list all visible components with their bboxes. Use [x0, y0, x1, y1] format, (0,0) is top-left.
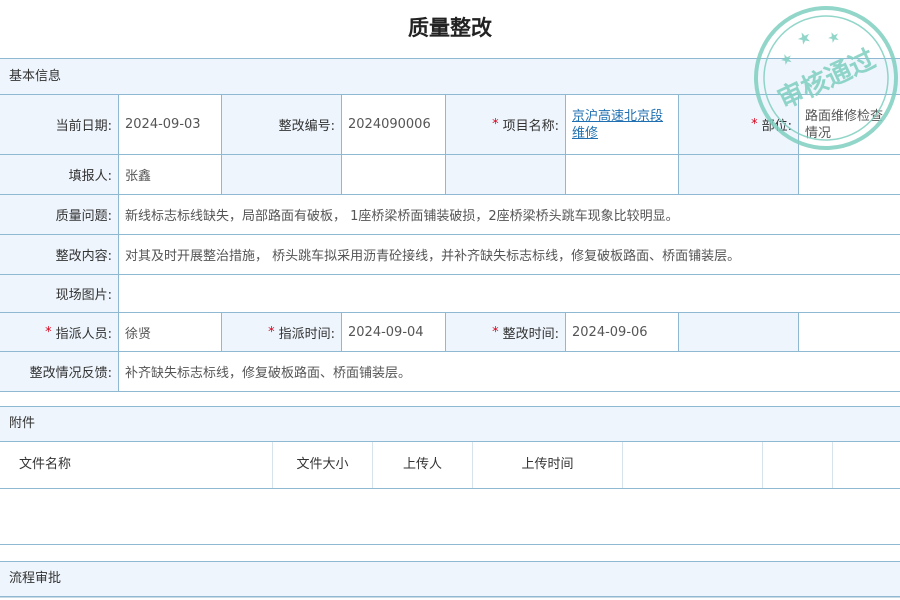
required-mark: * [751, 117, 758, 132]
column-file-size: 文件大小 [273, 442, 373, 488]
photo-label: 现场图片: [0, 275, 119, 312]
empty-label-cell [679, 313, 799, 351]
date-value[interactable]: 2024-09-03 [119, 95, 222, 154]
required-mark: * [492, 324, 499, 340]
number-label: 整改编号: [222, 95, 342, 154]
fix-time-label-cell: * 整改时间: [446, 313, 566, 351]
required-mark: * [268, 324, 275, 340]
empty-value-cell [799, 313, 900, 351]
date-label: 当前日期: [0, 95, 119, 154]
empty-label-cell [222, 155, 342, 194]
section-attachments[interactable]: 附件 [0, 406, 900, 442]
empty-label-cell [446, 155, 566, 194]
project-label: 项目名称: [502, 119, 559, 134]
issue-label: 质量问题: [0, 195, 119, 234]
fix-time-label: 整改时间: [502, 326, 559, 342]
part-value[interactable]: 路面维修检查情况 [799, 95, 900, 154]
column-uploader: 上传人 [373, 442, 473, 488]
column-upload-time: 上传时间 [473, 442, 623, 488]
assign-time-value[interactable]: 2024-09-04 [342, 313, 446, 351]
content-label: 整改内容: [0, 235, 119, 274]
column-empty [763, 442, 833, 488]
feedback-label: 整改情况反馈: [0, 352, 119, 391]
required-mark: * [45, 324, 52, 340]
attachments-table-body [0, 489, 900, 545]
project-link[interactable]: 京沪高速北京段维修 [572, 108, 672, 142]
empty-value-cell [799, 155, 900, 194]
form-row-3: 质量问题: 新线标志标线缺失，局部路面有破板， 1座桥梁桥面铺装破损，2座桥梁桥… [0, 195, 900, 235]
section-basic-info[interactable]: 基本信息 [0, 58, 900, 95]
form-row-1: 当前日期: 2024-09-03 整改编号: 2024090006 * 项目名称… [0, 95, 900, 155]
assignee-label-cell: * 指派人员: [0, 313, 119, 351]
feedback-value[interactable]: 补齐缺失标志标线，修复破板路面、桥面铺装层。 [119, 352, 900, 391]
form-row-5: 现场图片: [0, 275, 900, 313]
part-label: 部位: [761, 119, 792, 134]
project-label-cell: * 项目名称: [446, 95, 566, 154]
project-value-cell: 京沪高速北京段维修 [566, 95, 679, 154]
number-value[interactable]: 2024090006 [342, 95, 446, 154]
photo-value[interactable] [119, 275, 900, 312]
empty-label-cell [679, 155, 799, 194]
section-workflow[interactable]: 流程审批 [0, 561, 900, 597]
assignee-value[interactable]: 徐贤 [119, 313, 222, 351]
assign-time-label: 指派时间: [278, 326, 335, 342]
form-row-7: 整改情况反馈: 补齐缺失标志标线，修复破板路面、桥面铺装层。 [0, 352, 900, 392]
issue-value[interactable]: 新线标志标线缺失，局部路面有破板， 1座桥梁桥面铺装破损，2座桥梁桥头跳车现象比… [119, 195, 900, 234]
column-file-name: 文件名称 [0, 442, 273, 488]
required-mark: * [492, 117, 499, 132]
reporter-value[interactable]: 张鑫 [119, 155, 222, 194]
content-value[interactable]: 对其及时开展整治措施， 桥头跳车拟采用沥青砼接线，并补齐缺失标志标线，修复破板路… [119, 235, 900, 274]
part-label-cell: * 部位: [679, 95, 799, 154]
workflow-divider [0, 597, 900, 598]
attachments-table-header: 文件名称 文件大小 上传人 上传时间 [0, 442, 900, 489]
empty-value-cell [342, 155, 446, 194]
page-title: 质量整改 [408, 16, 492, 40]
assignee-label: 指派人员: [55, 326, 112, 342]
assign-time-label-cell: * 指派时间: [222, 313, 342, 351]
column-empty [623, 442, 763, 488]
form-row-2: 填报人: 张鑫 [0, 155, 900, 195]
empty-value-cell [566, 155, 679, 194]
form-row-4: 整改内容: 对其及时开展整治措施， 桥头跳车拟采用沥青砼接线，并补齐缺失标志标线… [0, 235, 900, 275]
form-row-6: * 指派人员: 徐贤 * 指派时间: 2024-09-04 * 整改时间: 20… [0, 313, 900, 352]
fix-time-value[interactable]: 2024-09-06 [566, 313, 679, 351]
reporter-label: 填报人: [0, 155, 119, 194]
